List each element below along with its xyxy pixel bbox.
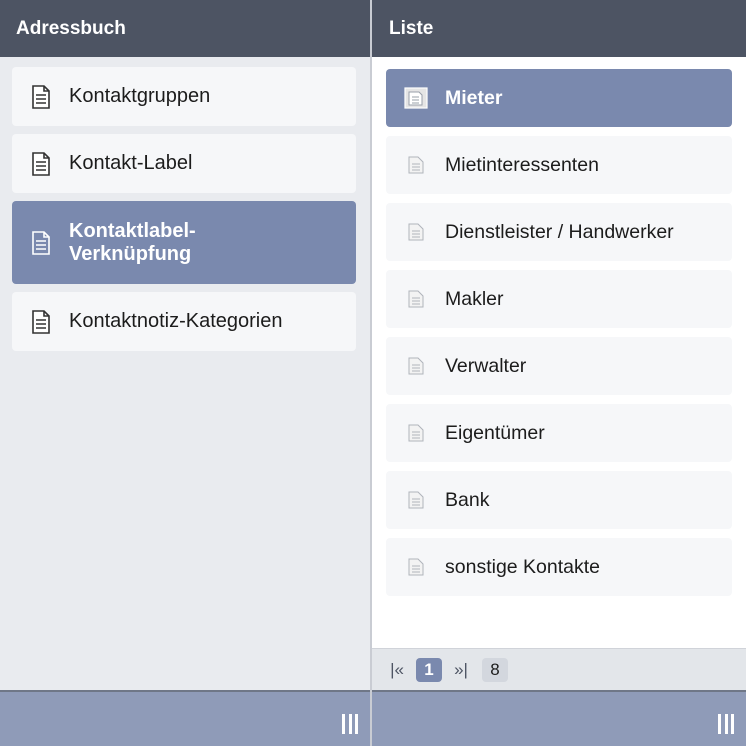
list-item-label: Mieter bbox=[445, 86, 503, 109]
list-item-kontaktgruppen[interactable]: Kontaktgruppen bbox=[12, 67, 356, 126]
list-item-dienstleister-handwerker[interactable]: Dienstleister / Handwerker bbox=[386, 203, 732, 261]
list-item-mietinteressenten[interactable]: Mietinteressenten bbox=[386, 136, 732, 194]
document-icon bbox=[403, 153, 429, 177]
right-pane-footer bbox=[372, 690, 746, 746]
right-pane-title: Liste bbox=[389, 17, 434, 39]
current-page-button[interactable]: 1 bbox=[416, 657, 442, 682]
right-pane: Liste Mieter Mietinteressenten Dienstlei… bbox=[372, 0, 746, 746]
list-item-label: Kontaktnotiz-Kategorien bbox=[69, 310, 283, 332]
left-pane-footer bbox=[0, 690, 370, 746]
list-item-label: Dienstleister / Handwerker bbox=[445, 220, 674, 243]
list-item-verwalter[interactable]: Verwalter bbox=[386, 337, 732, 395]
list-item-label: Kontakt-Label bbox=[69, 152, 193, 174]
document-icon bbox=[30, 230, 52, 255]
list-item-kontaktlabel-verknuepfung[interactable]: Kontaktlabel- Verknüpfung bbox=[12, 201, 356, 284]
document-icon bbox=[403, 220, 429, 244]
document-icon bbox=[403, 488, 429, 512]
list-item-eigentuemer[interactable]: Eigentümer bbox=[386, 404, 732, 462]
last-page-button[interactable]: »| bbox=[448, 658, 474, 682]
list-item-label: Mietinteressenten bbox=[445, 153, 599, 176]
list-item-label: Bank bbox=[445, 488, 490, 511]
document-icon bbox=[403, 86, 429, 110]
document-icon bbox=[30, 309, 52, 334]
left-pane: Adressbuch Kontaktgruppen Kontakt-Label … bbox=[0, 0, 370, 746]
resize-grip-icon[interactable] bbox=[718, 714, 734, 734]
list-item-mieter[interactable]: Mieter bbox=[386, 69, 732, 127]
list-item-makler[interactable]: Makler bbox=[386, 270, 732, 328]
list-item-label: Makler bbox=[445, 287, 504, 310]
resize-grip-icon[interactable] bbox=[342, 714, 358, 734]
document-icon bbox=[403, 421, 429, 445]
document-icon bbox=[403, 354, 429, 378]
item-count-badge: 8 bbox=[482, 657, 508, 682]
list-item-label: Eigentümer bbox=[445, 421, 545, 444]
list-item-label: Kontaktlabel- Verknüpfung bbox=[69, 219, 196, 265]
list-item-label: sonstige Kontakte bbox=[445, 555, 601, 578]
right-pane-list: Mieter Mietinteressenten Dienstleister /… bbox=[386, 69, 732, 605]
document-icon bbox=[403, 555, 429, 579]
first-page-button[interactable]: |« bbox=[384, 658, 410, 682]
document-icon bbox=[30, 151, 52, 176]
left-pane-list: Kontaktgruppen Kontakt-Label Kontaktlabe… bbox=[12, 67, 356, 359]
document-icon bbox=[30, 84, 52, 109]
pagination: |« 1 »| 8 bbox=[372, 648, 746, 690]
list-item-label: Verwalter bbox=[445, 354, 527, 377]
left-pane-title: Adressbuch bbox=[16, 17, 126, 39]
list-item-bank[interactable]: Bank bbox=[386, 471, 732, 529]
list-item-label: Kontaktgruppen bbox=[69, 85, 211, 107]
right-pane-header: Liste bbox=[372, 0, 746, 57]
list-item-kontakt-label[interactable]: Kontakt-Label bbox=[12, 134, 356, 193]
list-item-kontaktnotiz-kategorien[interactable]: Kontaktnotiz-Kategorien bbox=[12, 292, 356, 351]
list-item-sonstige-kontakte[interactable]: sonstige Kontakte bbox=[386, 538, 732, 596]
left-pane-header: Adressbuch bbox=[0, 0, 370, 57]
document-icon bbox=[403, 287, 429, 311]
